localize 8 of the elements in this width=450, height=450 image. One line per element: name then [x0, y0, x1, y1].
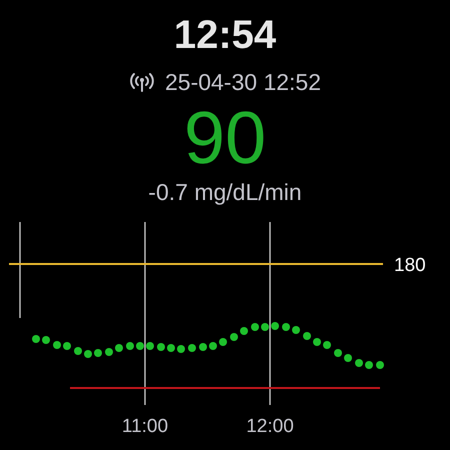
reading-timestamp: 25-04-30 12:52: [164, 68, 321, 96]
clock-time: 12:54: [174, 12, 276, 58]
signal-icon: [128, 72, 155, 92]
trend-rate: -0.7 mg/dL/min: [148, 178, 302, 206]
high-threshold-label: 180: [394, 255, 426, 276]
time-axis-label: 12:00: [246, 416, 294, 437]
time-axis-label: 11:00: [122, 416, 168, 437]
glucose-value: 90: [184, 98, 266, 178]
